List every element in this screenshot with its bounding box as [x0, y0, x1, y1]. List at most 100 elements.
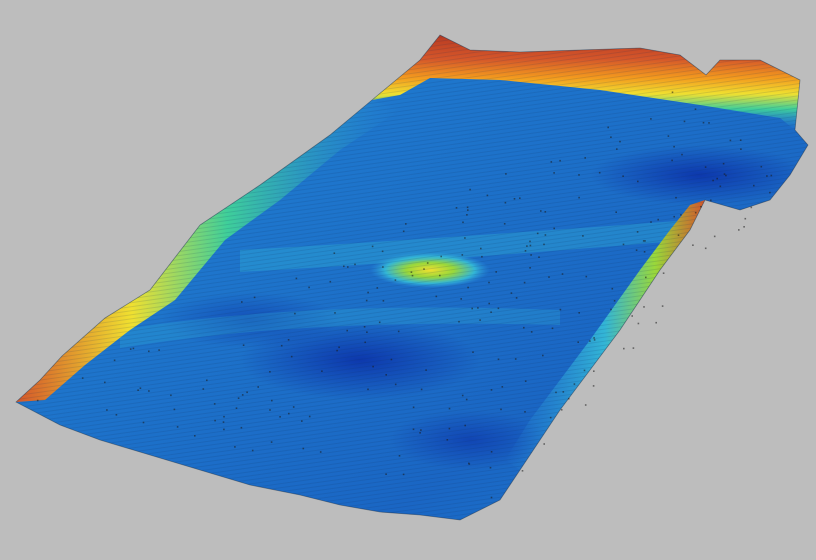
speckle-dot [367, 388, 369, 391]
speckle-dot [723, 173, 726, 175]
speckle-dot [578, 312, 580, 314]
speckle-dot [481, 255, 483, 258]
speckle-dot [279, 416, 281, 418]
speckle-dot [655, 321, 657, 324]
speckle-dot [420, 429, 422, 431]
speckle-dot [500, 408, 502, 411]
speckle-dot [661, 305, 664, 307]
speckle-dot [336, 349, 338, 352]
speckle-dot [622, 243, 625, 246]
speckle-dot [704, 166, 707, 168]
speckle-dot [280, 344, 283, 347]
speckle-dot [708, 122, 710, 124]
speckle-dot [657, 218, 659, 221]
speckle-dot [645, 276, 647, 279]
speckle-dot [402, 473, 405, 476]
speckle-dot [420, 388, 423, 391]
speckle-dot [559, 308, 562, 311]
speckle-dot [505, 173, 507, 175]
speckle-dot [129, 348, 132, 350]
speckle-dot [769, 191, 771, 194]
speckle-dot [223, 415, 225, 418]
speckle-dot [632, 347, 635, 349]
speckle-dot [616, 148, 618, 150]
speckle-dot [394, 279, 397, 281]
speckle-dot [524, 380, 527, 382]
speckle-dot [104, 381, 106, 384]
speckle-dot [607, 126, 609, 129]
speckle-dot [560, 409, 563, 411]
speckle-dot [455, 207, 458, 209]
speckle-dot [468, 463, 471, 465]
speckle-dot [519, 197, 521, 199]
speckle-dot [257, 386, 259, 388]
speckle-dot [319, 451, 322, 453]
speckle-dot [544, 211, 547, 213]
speckle-dot [271, 399, 273, 402]
speckle-dot [611, 287, 614, 290]
speckle-dot [577, 341, 579, 343]
speckle-dot [488, 302, 490, 305]
speckle-dot [770, 174, 773, 177]
speckle-dot [234, 446, 236, 448]
speckle-dot [364, 341, 366, 344]
speckle-dot [467, 286, 469, 289]
speckle-dot [529, 240, 531, 243]
speckle-dot [573, 383, 576, 385]
speckle-dot [461, 254, 464, 256]
speckle-dot [405, 223, 407, 225]
speckle-dot [722, 162, 725, 165]
speckle-dot [692, 244, 694, 246]
speckle-dot [725, 174, 727, 177]
speckle-dot [615, 211, 617, 213]
terrain-surface [16, 35, 808, 520]
speckle-dot [334, 312, 336, 314]
speckle-dot [766, 175, 768, 177]
speckle-dot [394, 383, 397, 386]
speckle-dot [367, 291, 369, 294]
speckle-dot [488, 281, 490, 284]
speckle-dot [702, 121, 705, 124]
speckle-dot [497, 358, 500, 361]
speckle-dot [36, 399, 39, 402]
speckle-dot [497, 307, 500, 310]
speckle-dot [346, 329, 348, 332]
speckle-dot [719, 185, 722, 188]
speckle-dot [680, 214, 682, 216]
speckle-dot [513, 198, 516, 200]
speckle-dot [739, 139, 742, 141]
speckle-dot [294, 312, 296, 315]
speckle-dot [750, 206, 753, 209]
speckle-dot [402, 230, 405, 233]
speckle-dot [662, 272, 665, 274]
speckle-dot [553, 227, 555, 230]
speckle-dot [480, 247, 482, 250]
speckle-dot [137, 389, 139, 391]
speckle-dot [329, 280, 332, 283]
speckle-dot [206, 379, 208, 382]
speckle-dot [460, 298, 462, 300]
speckle-dot [382, 300, 385, 302]
speckle-dot [704, 247, 707, 250]
speckle-dot [623, 347, 625, 350]
terrain-viewport[interactable] [0, 0, 816, 560]
speckle-dot [465, 398, 468, 401]
speckle-dot [411, 274, 414, 277]
speckle-dot [106, 409, 108, 411]
speckle-dot [529, 267, 531, 269]
speckle-dot [302, 447, 305, 450]
speckle-dot [462, 221, 464, 224]
speckle-dot [710, 199, 712, 202]
speckle-dot [194, 435, 196, 437]
speckle-dot [464, 424, 466, 427]
speckle-dot [501, 386, 504, 388]
speckle-dot [675, 196, 677, 199]
speckle-dot [559, 159, 561, 162]
speckle-dot [397, 330, 400, 333]
speckle-dot [235, 407, 238, 409]
speckle-dot [643, 306, 645, 308]
speckle-dot [700, 205, 702, 208]
speckle-dot [113, 359, 116, 362]
speckle-dot [753, 184, 755, 187]
speckle-dot [446, 439, 449, 441]
